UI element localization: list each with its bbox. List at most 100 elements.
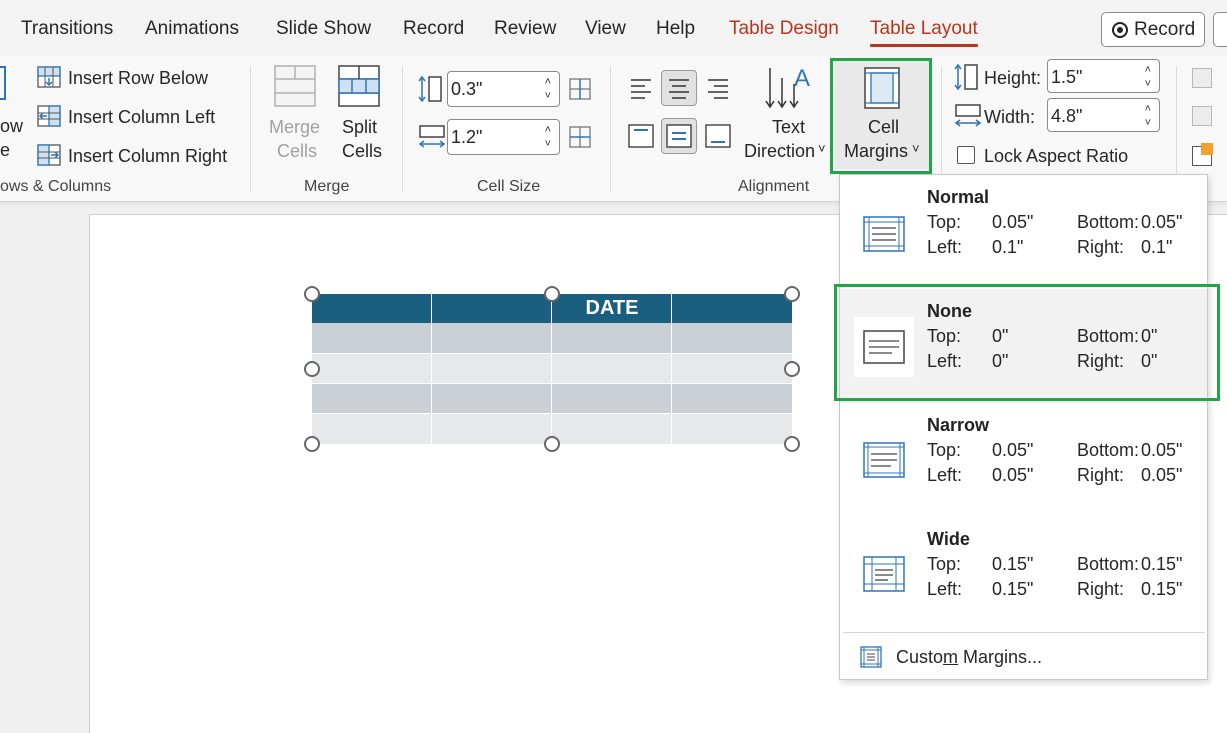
tab-table-design[interactable]: Table Design (729, 18, 839, 40)
align-left-button[interactable] (623, 70, 659, 106)
align-bottom-icon (705, 124, 731, 148)
right-label: Right: (1077, 465, 1125, 485)
insert-column-left-button[interactable]: Insert Column Left (68, 107, 215, 128)
insert-row-above-label-partial[interactable]: ow (0, 116, 23, 137)
tab-animations[interactable]: Animations (145, 18, 239, 40)
left-value: 0.1" (992, 237, 1024, 257)
table-width-icon (954, 104, 982, 127)
menu-divider (843, 632, 1205, 633)
tab-slide-show[interactable]: Slide Show (276, 18, 371, 40)
top-value: 0.05" (992, 212, 1034, 232)
table-row[interactable] (312, 354, 792, 384)
record-button[interactable]: Record (1101, 12, 1205, 47)
align-right-icon (708, 79, 728, 99)
spin-arrows-icon[interactable]: ˄ ˅ (545, 75, 551, 103)
resize-handle[interactable] (784, 286, 800, 302)
left-label: Left: (927, 237, 963, 257)
tab-help[interactable]: Help (656, 18, 695, 40)
distribute-columns-icon (569, 126, 591, 148)
table-row[interactable] (312, 384, 792, 414)
spin-arrows-icon[interactable]: ˄ ˅ (1145, 102, 1151, 130)
top-value: 0.05" (992, 440, 1034, 460)
tab-view[interactable]: View (585, 18, 626, 40)
align-right-button[interactable] (700, 70, 736, 106)
left-label: Left: (927, 579, 963, 599)
tab-table-layout[interactable]: Table Layout (870, 18, 978, 47)
share-button-partial[interactable] (1213, 12, 1227, 47)
chevron-down-icon[interactable]: ˅ (818, 141, 826, 156)
send-backward-icon[interactable] (1192, 106, 1212, 126)
left-value: 0.05" (992, 465, 1034, 485)
align-center-button[interactable] (661, 70, 697, 106)
slide-table[interactable]: DATE (312, 294, 792, 444)
resize-handle[interactable] (304, 361, 320, 377)
table-width-value: 4.8" (1051, 106, 1083, 126)
right-label: Right: (1077, 579, 1125, 599)
align-middle-button[interactable] (661, 118, 697, 154)
table-row[interactable] (312, 323, 792, 354)
table-width-input[interactable]: 4.8" ˄ ˅ (1047, 98, 1160, 132)
bottom-label: Bottom: (1077, 212, 1140, 232)
right-value: 0.05" (1141, 465, 1183, 485)
spin-arrows-icon[interactable]: ˄ ˅ (545, 123, 551, 151)
table-header-cell-date[interactable]: DATE (552, 297, 672, 320)
resize-handle[interactable] (544, 286, 560, 302)
align-top-button[interactable] (623, 118, 659, 154)
cell-margins-option-normal[interactable]: Normal Top: 0.05" Bottom: 0.05" Left: 0.… (840, 175, 1207, 289)
bring-forward-icon[interactable] (1192, 68, 1212, 88)
resize-handle[interactable] (304, 436, 320, 452)
custom-margins-label: Custom Margins... (896, 647, 1043, 667)
group-label-merge: Merge (304, 178, 350, 195)
resize-handle[interactable] (544, 436, 560, 452)
left-label: Left: (927, 465, 963, 485)
selection-pane-icon[interactable] (1192, 143, 1213, 166)
resize-handle[interactable] (304, 286, 320, 302)
custom-margins-icon (860, 646, 882, 668)
tab-review[interactable]: Review (494, 18, 556, 40)
merge-cells-icon (274, 65, 316, 107)
merge-cells-label-1[interactable]: Merge (269, 117, 320, 138)
merge-cells-label-2[interactable]: Cells (277, 141, 317, 162)
highlight-box-none-option (834, 284, 1220, 401)
cell-width-input[interactable]: 1.2" ˄ ˅ (447, 119, 560, 155)
group-separator (610, 66, 611, 192)
align-top-icon (628, 124, 654, 148)
tab-record[interactable]: Record (403, 18, 464, 40)
spin-arrows-icon[interactable]: ˄ ˅ (1145, 63, 1151, 91)
table-height-value: 1.5" (1051, 67, 1083, 87)
top-label: Top: (927, 440, 962, 460)
right-value: 0.1" (1141, 237, 1173, 257)
split-cells-label-1[interactable]: Split (342, 117, 377, 138)
cell-width-icon (418, 125, 446, 148)
text-direction-label-1[interactable]: Text (772, 117, 805, 138)
insert-row-below-button[interactable]: Insert Row Below (68, 68, 208, 89)
lock-aspect-ratio-label[interactable]: Lock Aspect Ratio (984, 146, 1128, 167)
ribbon-tab-bar: Transitions Animations Slide Show Record… (0, 0, 1227, 56)
cell-height-input[interactable]: 0.3" ˄ ˅ (447, 71, 560, 107)
table-gridline (431, 294, 432, 444)
cell-margins-option-narrow[interactable]: Narrow Top: 0.05" Bottom: 0.05" Left: 0.… (840, 403, 1207, 517)
align-bottom-button[interactable] (700, 118, 736, 154)
insert-column-right-button[interactable]: Insert Column Right (68, 146, 227, 167)
bottom-label: Bottom: (1077, 440, 1140, 460)
resize-handle[interactable] (784, 436, 800, 452)
cell-margins-option-wide[interactable]: Wide Top: 0.15" Bottom: 0.15" Left: 0.15… (840, 517, 1207, 631)
table-width-label: Width: (984, 107, 1036, 127)
resize-handle[interactable] (784, 361, 800, 377)
margins-narrow-icon (863, 442, 905, 478)
table-gridline (312, 353, 792, 354)
lock-aspect-ratio-checkbox[interactable] (957, 146, 975, 164)
table-height-label: Height: (984, 68, 1042, 88)
svg-text:A: A (794, 65, 810, 92)
bottom-value: 0.05" (1141, 440, 1183, 460)
text-direction-label-2[interactable]: Direction (744, 141, 815, 162)
table-gridline (312, 413, 792, 414)
record-icon (1112, 21, 1128, 38)
custom-margins-item[interactable]: Custom Margins... (840, 637, 1207, 677)
insert-column-right-icon (37, 144, 61, 166)
insert-row-above-label-partial2[interactable]: e (0, 140, 10, 161)
table-height-input[interactable]: 1.5" ˄ ˅ (1047, 59, 1160, 93)
split-cells-label-2[interactable]: Cells (342, 141, 382, 162)
tab-transitions[interactable]: Transitions (21, 18, 113, 40)
distribute-rows-icon (569, 78, 591, 100)
